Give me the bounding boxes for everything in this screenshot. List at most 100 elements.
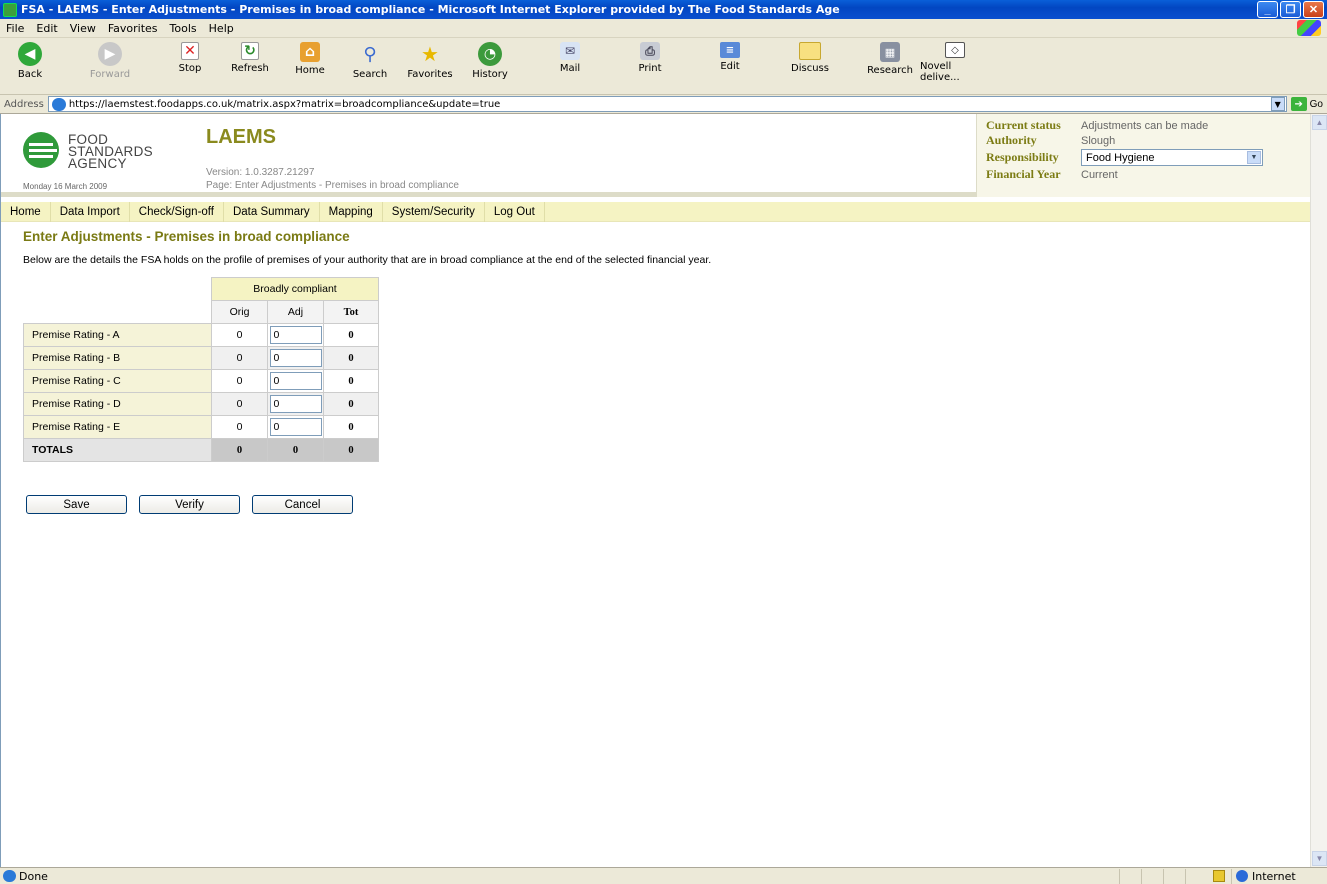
column-header-adj: Adj	[267, 300, 324, 324]
page-name: Page: Enter Adjustments - Premises in br…	[206, 180, 459, 191]
status-panel: Current status Adjustments can be made A…	[976, 114, 1310, 197]
print-button[interactable]: ⎙ Print	[620, 42, 680, 74]
form-buttons: Save Verify Cancel	[26, 495, 353, 514]
address-bar: Address ▼ ➔ Go	[0, 95, 1327, 114]
restore-button[interactable]: ❐	[1280, 1, 1301, 18]
save-button[interactable]: Save	[26, 495, 127, 514]
table-row: Premise Rating - D 0 0	[23, 392, 379, 416]
responsibility-select[interactable]: Food Hygiene ▼	[1081, 149, 1263, 166]
table-row: Premise Rating - B 0 0	[23, 346, 379, 370]
adj-input-c[interactable]	[269, 372, 322, 390]
vertical-scrollbar[interactable]: ▲ ▼	[1310, 114, 1327, 867]
version-text: Version: 1.0.3287.21297	[206, 167, 315, 178]
tot-value: 0	[323, 415, 379, 439]
mail-icon: ✉	[560, 42, 580, 60]
main-nav: Home Data Import Check/Sign-off Data Sum…	[1, 201, 1310, 222]
search-button[interactable]: ⚲ Search	[340, 42, 400, 81]
orig-value: 0	[211, 346, 268, 370]
go-label: Go	[1309, 98, 1323, 110]
address-input[interactable]	[68, 98, 1271, 110]
row-label: Premise Rating - C	[23, 369, 212, 393]
address-field[interactable]: ▼	[47, 96, 1287, 112]
nav-home[interactable]: Home	[1, 201, 51, 222]
financial-year-label: Financial Year	[986, 167, 1061, 181]
cancel-button[interactable]: Cancel	[252, 495, 353, 514]
nav-data-import[interactable]: Data Import	[51, 201, 130, 222]
novell-icon: ◇	[945, 42, 965, 58]
browser-toolbar: ◀ Back ▶ Forward ✕ Stop ↻ Refresh ⌂ Home…	[0, 38, 1327, 95]
print-icon: ⎙	[640, 42, 660, 60]
page-header: FOOD STANDARDS AGENCY Monday 16 March 20…	[1, 114, 1310, 197]
favorites-button[interactable]: ★ Favorites	[400, 42, 460, 80]
discuss-icon	[799, 42, 821, 60]
favorites-star-icon: ★	[421, 42, 439, 66]
tot-value: 0	[323, 369, 379, 393]
nav-check-sign-off[interactable]: Check/Sign-off	[130, 201, 224, 222]
responsibility-label: Responsibility	[986, 150, 1059, 164]
forward-arrow-icon: ▶	[98, 42, 122, 66]
security-zone: Internet	[1231, 868, 1327, 884]
responsibility-value: Food Hygiene	[1086, 151, 1155, 164]
menu-help[interactable]: Help	[203, 22, 240, 35]
discuss-label: Discuss	[791, 63, 829, 74]
adj-input-d[interactable]	[269, 395, 322, 413]
address-dropdown-icon[interactable]: ▼	[1270, 97, 1285, 111]
compliance-matrix: Broadly compliant Orig Adj Tot Premise R…	[23, 277, 379, 462]
research-button[interactable]: ▦ Research	[860, 42, 920, 76]
page-description: Below are the details the FSA holds on t…	[23, 254, 712, 266]
nav-mapping[interactable]: Mapping	[320, 201, 383, 222]
minimize-button[interactable]: _	[1257, 1, 1278, 18]
page-icon	[51, 97, 66, 111]
mail-button[interactable]: ✉ Mail	[540, 42, 600, 74]
status-text: Done	[19, 869, 48, 883]
nav-system-security[interactable]: System/Security	[383, 201, 485, 222]
nav-log-out[interactable]: Log Out	[485, 201, 545, 222]
refresh-button[interactable]: ↻ Refresh	[220, 42, 280, 74]
mail-label: Mail	[559, 63, 581, 74]
edit-button[interactable]: ≡ Edit	[700, 42, 760, 72]
chevron-down-icon[interactable]: ▼	[1247, 151, 1261, 164]
home-button[interactable]: ⌂ Home	[280, 42, 340, 76]
novell-button[interactable]: ◇ Novell delive...	[920, 42, 990, 83]
menu-file[interactable]: File	[0, 22, 30, 35]
page-title: Enter Adjustments - Premises in broad co…	[23, 229, 350, 244]
home-label: Home	[295, 65, 325, 76]
browser-status-bar: Done Internet	[0, 867, 1327, 884]
adj-input-e[interactable]	[269, 418, 322, 436]
menu-edit[interactable]: Edit	[30, 22, 63, 35]
totals-tot: 0	[323, 438, 379, 462]
back-button[interactable]: ◀ Back	[0, 42, 60, 80]
lock-icon	[1213, 870, 1225, 882]
scroll-up-icon[interactable]: ▲	[1312, 115, 1327, 130]
table-row: Premise Rating - C 0 0	[23, 369, 379, 393]
adj-input-a[interactable]	[269, 326, 322, 344]
adj-input-b[interactable]	[269, 349, 322, 367]
forward-button[interactable]: ▶ Forward	[80, 42, 140, 80]
favorites-label: Favorites	[407, 69, 453, 80]
close-button[interactable]: ✕	[1303, 1, 1324, 18]
totals-orig: 0	[211, 438, 268, 462]
research-icon: ▦	[880, 42, 900, 62]
discuss-button[interactable]: Discuss	[780, 42, 840, 74]
menu-favorites[interactable]: Favorites	[102, 22, 164, 35]
edit-label: Edit	[720, 61, 740, 72]
forward-label: Forward	[89, 69, 131, 80]
nav-data-summary[interactable]: Data Summary	[224, 201, 320, 222]
fsa-logo: FOOD STANDARDS AGENCY	[23, 132, 153, 172]
page-done-icon	[3, 870, 16, 882]
menu-tools[interactable]: Tools	[164, 22, 203, 35]
totals-adj: 0	[267, 438, 324, 462]
scroll-down-icon[interactable]: ▼	[1312, 851, 1327, 866]
menu-view[interactable]: View	[64, 22, 102, 35]
go-button[interactable]: ➔ Go	[1290, 97, 1323, 111]
stop-button[interactable]: ✕ Stop	[160, 42, 220, 74]
edit-page-icon: ≡	[720, 42, 740, 58]
windows-logo-icon	[1297, 20, 1321, 36]
group-header-broadly-compliant: Broadly compliant	[211, 277, 379, 301]
current-date: Monday 16 March 2009	[23, 182, 108, 191]
history-button[interactable]: ◔ History	[460, 42, 520, 80]
verify-button[interactable]: Verify	[139, 495, 240, 514]
current-status-value: Adjustments can be made	[1081, 119, 1209, 132]
stop-label: Stop	[178, 63, 202, 74]
app-title: LAEMS	[206, 126, 276, 148]
